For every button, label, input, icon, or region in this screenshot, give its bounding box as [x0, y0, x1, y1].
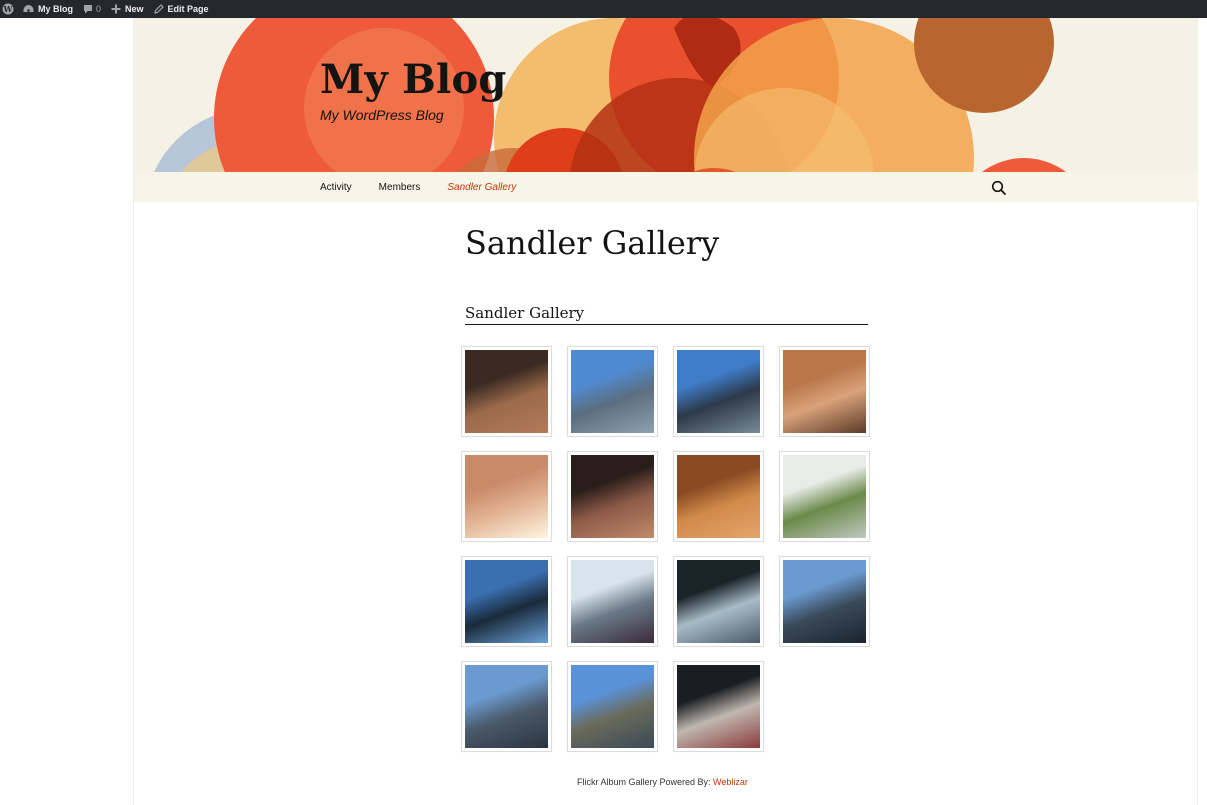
weblizar-link[interactable]: Weblizar	[713, 777, 748, 787]
gallery-photo	[465, 455, 548, 538]
svg-text:W: W	[3, 4, 14, 14]
gallery-heading: Sandler Gallery	[465, 304, 868, 325]
gallery-photo	[571, 560, 654, 643]
gallery-credit: Flickr Album Gallery Powered By: Webliza…	[577, 777, 748, 787]
gallery-photo	[571, 455, 654, 538]
gallery-thumbnail[interactable]	[461, 556, 552, 647]
gallery-thumbnail[interactable]	[567, 661, 658, 752]
gallery-thumbnail[interactable]	[673, 346, 764, 437]
gallery-thumbnail[interactable]	[461, 451, 552, 542]
pencil-icon	[153, 4, 164, 14]
gallery-photo	[783, 350, 866, 433]
gallery-thumbnail[interactable]	[779, 346, 870, 437]
gallery-thumbnail[interactable]	[567, 346, 658, 437]
gallery-photo	[677, 455, 760, 538]
gallery-photo	[677, 560, 760, 643]
wordpress-logo-icon[interactable]: W	[0, 0, 18, 18]
page-container: My Blog My WordPress Blog Activity Membe…	[133, 18, 1198, 805]
nav-menu: Activity Members Sandler Gallery	[320, 172, 543, 202]
gallery-photo	[571, 350, 654, 433]
comments-menu[interactable]: 0	[78, 0, 106, 18]
credit-text: Flickr Album Gallery Powered By:	[577, 777, 714, 787]
nav-item-activity[interactable]: Activity	[320, 182, 352, 193]
site-header: My Blog My WordPress Blog	[134, 18, 1198, 172]
gallery-thumbnail[interactable]	[567, 451, 658, 542]
plus-icon	[111, 4, 121, 14]
gallery-photo	[465, 560, 548, 643]
gallery-thumbnail[interactable]	[673, 661, 764, 752]
gallery-thumbnail[interactable]	[779, 451, 870, 542]
page-title: Sandler Gallery	[465, 224, 720, 262]
gallery-photo	[677, 665, 760, 748]
header-circles-image	[154, 18, 1066, 172]
nav-item-sandler-gallery[interactable]: Sandler Gallery	[447, 182, 516, 193]
site-name-label: My Blog	[38, 4, 73, 14]
dashboard-icon	[23, 4, 34, 14]
search-icon[interactable]	[991, 180, 1007, 196]
gallery-thumbnail[interactable]	[779, 556, 870, 647]
main-navigation: Activity Members Sandler Gallery	[134, 172, 1198, 202]
gallery-photo	[465, 350, 548, 433]
new-content-menu[interactable]: New	[106, 0, 149, 18]
site-name-menu[interactable]: My Blog	[18, 0, 78, 18]
gallery-thumbnail[interactable]	[567, 556, 658, 647]
site-description: My WordPress Blog	[320, 107, 444, 123]
gallery-photo	[783, 455, 866, 538]
gallery-thumbnail[interactable]	[673, 451, 764, 542]
gallery-photo	[783, 560, 866, 643]
new-label: New	[125, 4, 144, 14]
admin-bar: W My Blog 0 New Edit Page	[0, 0, 1207, 18]
gallery-photo	[465, 665, 548, 748]
site-title[interactable]: My Blog	[320, 56, 507, 103]
gallery-photo	[677, 350, 760, 433]
comments-count: 0	[96, 4, 102, 14]
gallery-photo	[571, 665, 654, 748]
gallery-grid	[461, 346, 873, 756]
edit-page-link[interactable]: Edit Page	[149, 0, 214, 18]
gallery-thumbnail[interactable]	[461, 346, 552, 437]
edit-page-label: Edit Page	[167, 4, 209, 14]
comment-icon	[83, 4, 93, 14]
gallery-thumbnail[interactable]	[461, 661, 552, 752]
gallery-thumbnail[interactable]	[673, 556, 764, 647]
nav-item-members[interactable]: Members	[379, 182, 421, 193]
